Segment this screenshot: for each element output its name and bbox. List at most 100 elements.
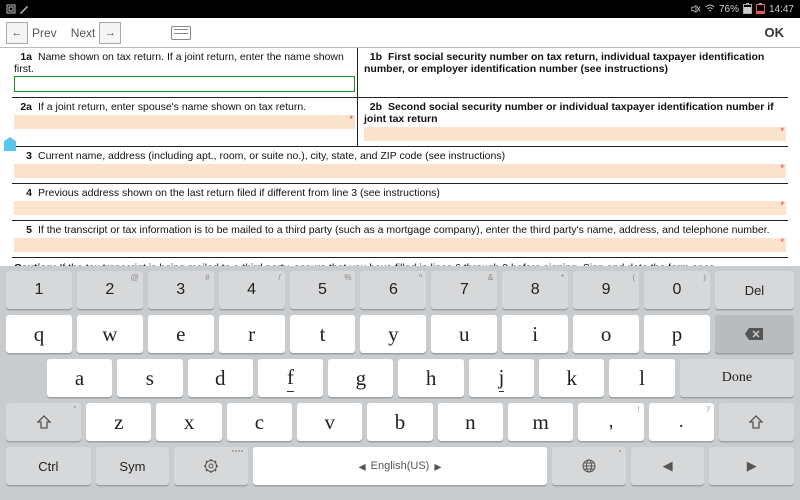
key-period[interactable]: .? xyxy=(649,403,714,441)
key-space[interactable]: ◂ English(US) ▸ xyxy=(253,447,547,485)
line-2b-label: Second social security number or individ… xyxy=(364,101,774,125)
line-2a-label: If a joint return, enter spouse's name s… xyxy=(38,101,306,113)
tax-form: 1aName shown on tax return. If a joint r… xyxy=(0,48,800,266)
key-u[interactable]: u xyxy=(431,315,497,353)
key-w[interactable]: w xyxy=(77,315,143,353)
keyboard: 1 2@ 3# 4/ 5% 6^ 7& 8* 9( 0) Del q w e r… xyxy=(0,266,800,500)
backspace-icon xyxy=(744,327,764,341)
shift-icon xyxy=(36,415,52,429)
line-5-label: If the transcript or tax information is … xyxy=(38,224,770,236)
line-2a-input[interactable]: * xyxy=(14,115,355,129)
space-label: English(US) xyxy=(371,460,430,472)
notification-icon xyxy=(6,4,16,14)
battery-percentage: 76% xyxy=(719,4,739,15)
triangle-left-icon: ◂ xyxy=(359,458,366,475)
arrow-right-icon: → xyxy=(99,22,121,44)
key-p[interactable]: p xyxy=(644,315,710,353)
line-4-number: 4 xyxy=(14,187,32,199)
key-j[interactable]: j xyxy=(469,359,534,397)
key-shift-left[interactable] xyxy=(6,403,81,441)
line-3-input[interactable]: * xyxy=(14,164,786,178)
pencil-icon xyxy=(19,4,29,14)
key-7[interactable]: 7& xyxy=(431,271,497,309)
key-y[interactable]: y xyxy=(360,315,426,353)
key-h[interactable]: h xyxy=(398,359,463,397)
key-sym[interactable]: Sym xyxy=(96,447,170,485)
key-v[interactable]: v xyxy=(297,403,362,441)
line-4-label: Previous address shown on the last retur… xyxy=(38,187,440,199)
line-2b-number: 2b xyxy=(364,101,382,113)
key-t[interactable]: t xyxy=(290,315,356,353)
key-i[interactable]: i xyxy=(502,315,568,353)
key-n[interactable]: n xyxy=(438,403,503,441)
key-3[interactable]: 3# xyxy=(148,271,214,309)
next-button[interactable]: Next → xyxy=(71,22,122,44)
ok-button[interactable]: OK xyxy=(755,25,795,40)
wifi-icon xyxy=(705,4,715,14)
line-1a-number: 1a xyxy=(14,51,32,63)
mute-icon xyxy=(691,4,701,14)
key-comma[interactable]: ,! xyxy=(578,403,643,441)
key-5[interactable]: 5% xyxy=(290,271,356,309)
line-2a-number: 2a xyxy=(14,101,32,113)
key-9[interactable]: 9( xyxy=(573,271,639,309)
keyboard-toggle-icon[interactable] xyxy=(171,26,191,40)
line-1a-input[interactable] xyxy=(14,76,355,92)
android-status-bar: 76% 14:47 xyxy=(0,0,800,18)
key-a[interactable]: a xyxy=(47,359,112,397)
battery-low-icon xyxy=(756,4,765,14)
gear-icon xyxy=(203,458,219,474)
line-3-number: 3 xyxy=(14,150,32,162)
key-s[interactable]: s xyxy=(117,359,182,397)
key-m[interactable]: m xyxy=(508,403,573,441)
key-g[interactable]: g xyxy=(328,359,393,397)
key-delete[interactable]: Del xyxy=(715,271,794,309)
key-x[interactable]: x xyxy=(156,403,221,441)
line-5-number: 5 xyxy=(14,224,32,236)
key-8[interactable]: 8* xyxy=(502,271,568,309)
prev-button[interactable]: ← Prev xyxy=(6,22,57,44)
key-d[interactable]: d xyxy=(188,359,253,397)
triangle-right-icon: ▶ xyxy=(747,458,757,474)
key-lang[interactable] xyxy=(552,447,626,485)
key-c[interactable]: c xyxy=(227,403,292,441)
key-done[interactable]: Done xyxy=(680,359,794,397)
triangle-right-icon: ▸ xyxy=(434,458,441,475)
line-1b-number: 1b xyxy=(364,51,382,63)
key-z[interactable]: z xyxy=(86,403,151,441)
key-arrow-left[interactable]: ◀ xyxy=(631,447,705,485)
next-label: Next xyxy=(71,26,96,40)
key-f[interactable]: f xyxy=(258,359,323,397)
key-b[interactable]: b xyxy=(367,403,432,441)
prev-label: Prev xyxy=(32,26,57,40)
key-k[interactable]: k xyxy=(539,359,604,397)
arrow-left-icon: ← xyxy=(6,22,28,44)
battery-icon xyxy=(743,4,752,14)
key-shift-right[interactable] xyxy=(719,403,794,441)
key-o[interactable]: o xyxy=(573,315,639,353)
line-1b-label: First social security number on tax retu… xyxy=(364,51,764,75)
key-0[interactable]: 0) xyxy=(644,271,710,309)
key-settings[interactable] xyxy=(174,447,248,485)
key-backspace[interactable] xyxy=(715,315,794,353)
line-2b-input[interactable]: * xyxy=(364,127,786,141)
key-l[interactable]: l xyxy=(609,359,674,397)
caution-label: Caution: xyxy=(14,262,57,266)
globe-icon xyxy=(581,458,597,474)
key-2[interactable]: 2@ xyxy=(77,271,143,309)
line-5-input[interactable]: * xyxy=(14,238,786,252)
key-ctrl[interactable]: Ctrl xyxy=(6,447,91,485)
key-6[interactable]: 6^ xyxy=(360,271,426,309)
key-arrow-right[interactable]: ▶ xyxy=(709,447,794,485)
key-q[interactable]: q xyxy=(6,315,72,353)
line-3-label: Current name, address (including apt., r… xyxy=(38,150,505,162)
clock: 14:47 xyxy=(769,4,794,15)
key-r[interactable]: r xyxy=(219,315,285,353)
key-4[interactable]: 4/ xyxy=(219,271,285,309)
line-4-input[interactable]: * xyxy=(14,201,786,215)
key-e[interactable]: e xyxy=(148,315,214,353)
triangle-left-icon: ◀ xyxy=(663,458,673,474)
key-1[interactable]: 1 xyxy=(6,271,72,309)
app-toolbar: ← Prev Next → OK xyxy=(0,18,800,48)
line-1a-label: Name shown on tax return. If a joint ret… xyxy=(14,51,344,75)
